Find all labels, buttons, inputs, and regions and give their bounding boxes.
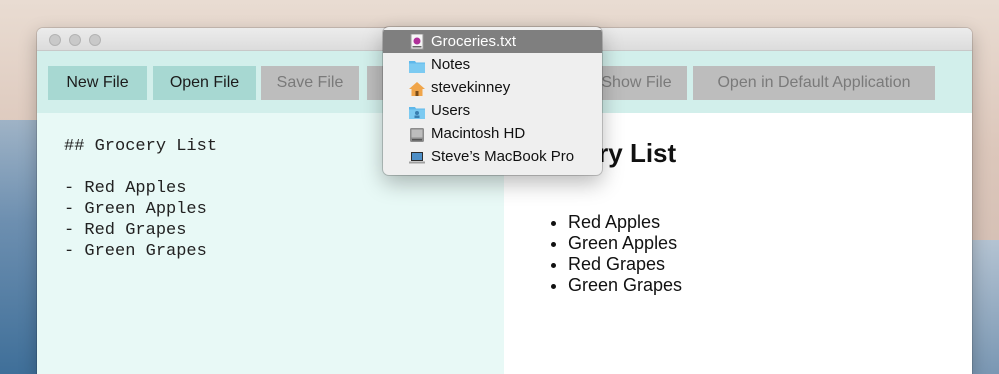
open-in-default-application-button[interactable]: Open in Default Application bbox=[693, 66, 935, 100]
menu-item-macintosh-hd[interactable]: Macintosh HD bbox=[383, 122, 602, 145]
zoom-button[interactable] bbox=[89, 34, 101, 46]
menu-item-label: Macintosh HD bbox=[431, 125, 526, 142]
users-folder-icon bbox=[409, 103, 425, 119]
list-item: Red Grapes bbox=[568, 254, 682, 275]
menu-item-macbook-pro[interactable]: Steve’s MacBook Pro bbox=[383, 145, 602, 168]
menu-item-home[interactable]: stevekinney bbox=[383, 76, 602, 99]
desktop-wallpaper-left bbox=[0, 120, 40, 374]
folder-icon bbox=[409, 57, 425, 73]
menu-item-users[interactable]: Users bbox=[383, 99, 602, 122]
menu-item-label: stevekinney bbox=[431, 79, 511, 96]
save-file-button[interactable]: Save File bbox=[261, 66, 359, 100]
menu-item-groceries[interactable]: Groceries.txt bbox=[383, 30, 602, 53]
list-item: Red Apples bbox=[568, 212, 682, 233]
new-file-button[interactable]: New File bbox=[48, 66, 147, 100]
hard-drive-icon bbox=[409, 126, 425, 142]
list-item: Green Apples bbox=[568, 233, 682, 254]
close-button[interactable] bbox=[49, 34, 61, 46]
text-file-icon bbox=[409, 33, 425, 50]
menu-item-label: Users bbox=[431, 102, 471, 119]
menu-item-notes[interactable]: Notes bbox=[383, 53, 602, 76]
path-popup-menu: Groceries.txt Notes stevekinney Users Ma… bbox=[383, 27, 602, 175]
menu-item-label: Steve’s MacBook Pro bbox=[431, 148, 575, 165]
preview-list: Red Apples Green Apples Red Grapes Green… bbox=[523, 212, 682, 296]
minimize-button[interactable] bbox=[69, 34, 81, 46]
home-icon bbox=[409, 80, 425, 96]
menu-item-label: Groceries.txt bbox=[431, 33, 517, 50]
list-item: Green Grapes bbox=[568, 275, 682, 296]
menu-item-label: Notes bbox=[431, 56, 471, 73]
open-file-button[interactable]: Open File bbox=[153, 66, 256, 100]
desktop-wallpaper-right bbox=[969, 240, 999, 374]
editor-text[interactable]: ## Grocery List - Red Apples - Green App… bbox=[64, 136, 217, 262]
laptop-icon bbox=[409, 149, 425, 164]
